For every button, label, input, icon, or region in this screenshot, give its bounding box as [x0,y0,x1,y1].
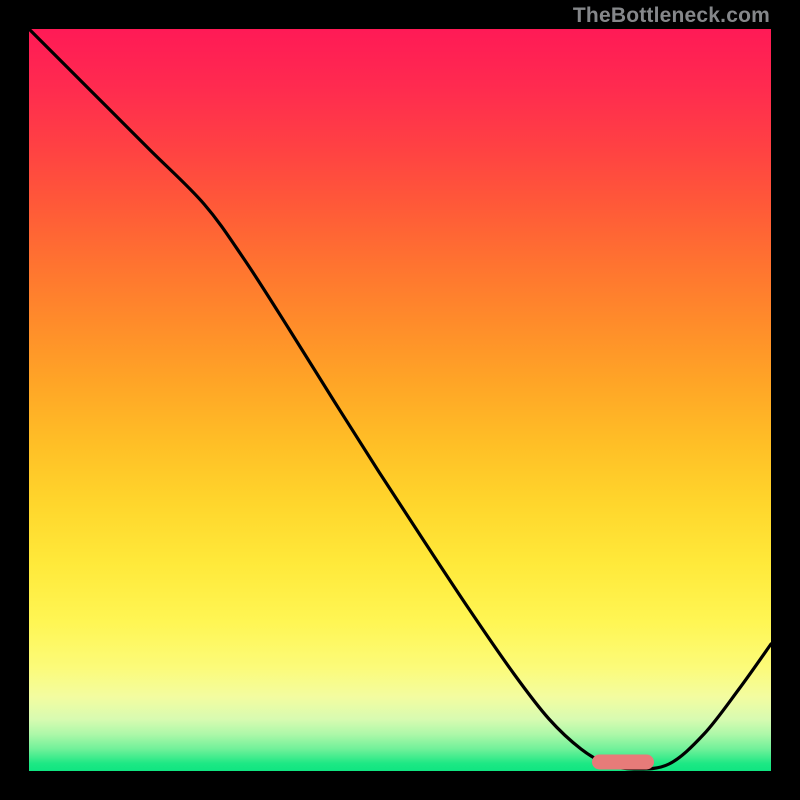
optimal-marker [592,755,654,770]
chart-frame: TheBottleneck.com [0,0,800,800]
chart-svg [29,29,771,771]
bottleneck-curve [29,29,771,769]
plot-area [29,29,771,771]
watermark-text: TheBottleneck.com [573,4,770,28]
